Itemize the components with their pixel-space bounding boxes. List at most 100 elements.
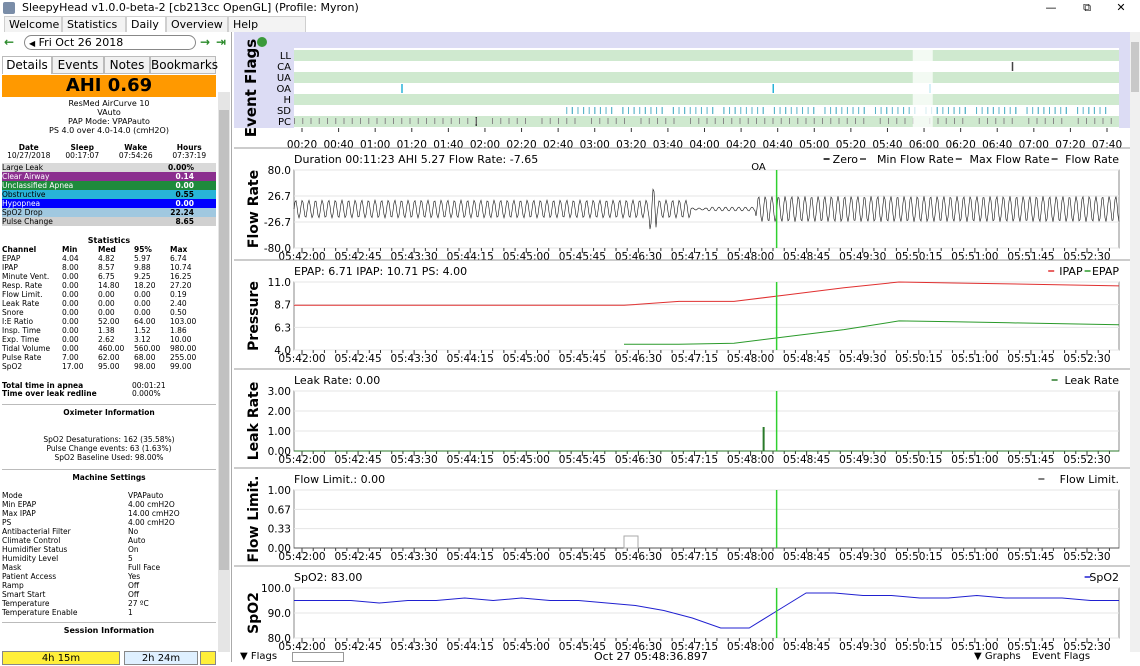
session-button[interactable]: 2h 24m — [124, 651, 198, 665]
tab-daily[interactable]: Daily — [126, 16, 166, 32]
prev-day-icon[interactable]: ← — [4, 35, 14, 49]
y-tick-label: 90.0 — [268, 608, 291, 620]
spo2-drop-mark — [594, 107, 596, 114]
event-flags-tick: 01:00 — [360, 139, 390, 151]
val-date: 10/27/2018 — [7, 151, 51, 160]
statistics-cell: 0.00 — [134, 308, 151, 317]
app-icon — [3, 2, 15, 14]
setting-value: 27 ºC — [128, 599, 149, 608]
statistics-cell: 14.80 — [98, 281, 120, 290]
maximize-icon[interactable]: ⧉ — [1072, 0, 1102, 16]
statistics-title: Statistics — [87, 236, 131, 245]
session-button[interactable]: 4h 15m — [2, 651, 120, 665]
pulse-change-mark — [1077, 118, 1079, 124]
statistics-cell: 68.00 — [134, 353, 156, 362]
event-flag-row — [294, 83, 1119, 94]
event-flags-tick: 01:20 — [397, 139, 427, 151]
graphs-label: Graphs — [984, 652, 1021, 662]
tab-events[interactable]: Events — [52, 56, 104, 74]
graphs-button[interactable]: ▼ Graphs — [974, 652, 1021, 662]
statistics-cell: 0.00 — [62, 326, 79, 335]
details-panel: ← ◀ Fri Oct 26 2018 → ⇥ Details Events N… — [0, 32, 232, 665]
statistics-cell: 255.00 — [170, 353, 197, 362]
tab-overview[interactable]: Overview — [166, 16, 228, 32]
legend-label: Zero — [833, 153, 859, 166]
statistics-cell: Resp. Rate — [2, 281, 43, 290]
spo2-drop-mark — [577, 107, 579, 114]
right-scrollbar[interactable] — [1130, 32, 1140, 652]
event-flags-tick: 01:40 — [433, 139, 463, 151]
flags-dropdown[interactable]: ▼ Flags — [240, 652, 277, 662]
statistics-cell: 0.00 — [134, 290, 151, 299]
pulse-change-mark — [714, 118, 716, 124]
spo2-drop-mark — [650, 107, 652, 114]
pulse-change-mark — [1036, 118, 1038, 124]
tab-notes[interactable]: Notes — [104, 56, 150, 74]
statistics-cell: 3.12 — [134, 335, 151, 344]
tab-details[interactable]: Details — [2, 56, 52, 74]
event-flags-button[interactable]: Event Flags — [1032, 652, 1090, 662]
close-icon[interactable]: ✕ — [1106, 0, 1136, 16]
tab-statistics[interactable]: Statistics — [62, 16, 126, 32]
legend-label: Flow Limit. — [1060, 473, 1119, 486]
layout-dropdown[interactable] — [292, 652, 344, 662]
spo2-drop-mark — [852, 107, 854, 114]
date-picker[interactable]: ◀ Fri Oct 26 2018 — [24, 35, 196, 50]
pulse-change-mark — [1086, 118, 1087, 124]
event-flags-tick: 03:40 — [653, 139, 683, 151]
selection-window — [912, 48, 933, 128]
statistics-cell: 103.00 — [170, 317, 197, 326]
cursor-time: Oct 27 05:48:36.897 — [594, 652, 708, 662]
statistics-cell: 9.88 — [134, 263, 151, 272]
spo2-drop-mark — [998, 107, 1000, 114]
next-day-icon[interactable]: → — [200, 35, 210, 49]
scroll-thumb[interactable] — [219, 110, 229, 570]
pulse-change-mark — [434, 118, 436, 124]
setting-value: Off — [128, 590, 140, 599]
legend-label: Flow Rate — [1065, 153, 1119, 166]
pulse-change-mark — [500, 118, 502, 124]
setting-row: Smart Start Off — [2, 590, 216, 599]
spo2-drop-mark — [936, 107, 938, 114]
setting-name: Mask — [2, 563, 22, 572]
setting-row: Temperature Enable 1 — [2, 608, 216, 617]
pulse-change-mark — [987, 118, 988, 124]
pulse-change-mark — [492, 118, 493, 124]
pulse-change-mark — [648, 118, 650, 124]
event-name: Unclassified Apnea — [2, 181, 74, 190]
spo2-drop-mark — [599, 107, 601, 114]
legend-label: Max Flow Rate — [970, 153, 1050, 166]
pulse-change-mark — [673, 118, 675, 124]
pulse-change-mark — [558, 118, 559, 124]
tab-help-browser[interactable]: Help Browser — [228, 16, 306, 46]
statistics-cell: 0.00 — [62, 317, 79, 326]
statistics-cell: 980.00 — [170, 344, 197, 353]
spo2-drop-mark — [1049, 107, 1051, 114]
event-mark — [772, 84, 774, 93]
spo2-drop-mark — [678, 107, 680, 114]
pap-mode: PAP Mode: VPAPauto — [68, 117, 150, 126]
machine-settings-title: Machine Settings — [72, 473, 146, 482]
y-tick-label: -26.7 — [264, 217, 291, 229]
pulse-change-mark — [327, 118, 328, 124]
tab-welcome[interactable]: Welcome — [4, 16, 62, 32]
panel-ylabel: Pressure — [246, 281, 262, 351]
last-day-icon[interactable]: ⇥ — [216, 35, 226, 49]
event-flags-tick: 00:20 — [287, 139, 317, 151]
statistics-cell: 6.75 — [98, 272, 115, 281]
event-flags-tick: 02:00 — [470, 139, 500, 151]
tab-bookmarks[interactable]: Bookmarks — [150, 56, 218, 74]
minimize-icon[interactable]: — — [1036, 0, 1066, 16]
dropdown-icon: ◀ — [29, 39, 36, 48]
scroll-thumb[interactable] — [1131, 42, 1139, 92]
pulse-change-mark — [335, 118, 337, 124]
y-tick-label: 26.7 — [268, 191, 291, 203]
spo2-drop-mark — [633, 107, 635, 114]
session-button[interactable] — [200, 651, 216, 665]
event-flags-tick: 04:00 — [689, 139, 719, 151]
left-scrollbar[interactable] — [218, 92, 230, 652]
setting-name: Temperature Enable — [2, 608, 78, 617]
pulse-change-mark — [855, 118, 856, 124]
statistics-cell: 10.00 — [170, 335, 192, 344]
statistics-cell: Minute Vent. — [2, 272, 50, 281]
